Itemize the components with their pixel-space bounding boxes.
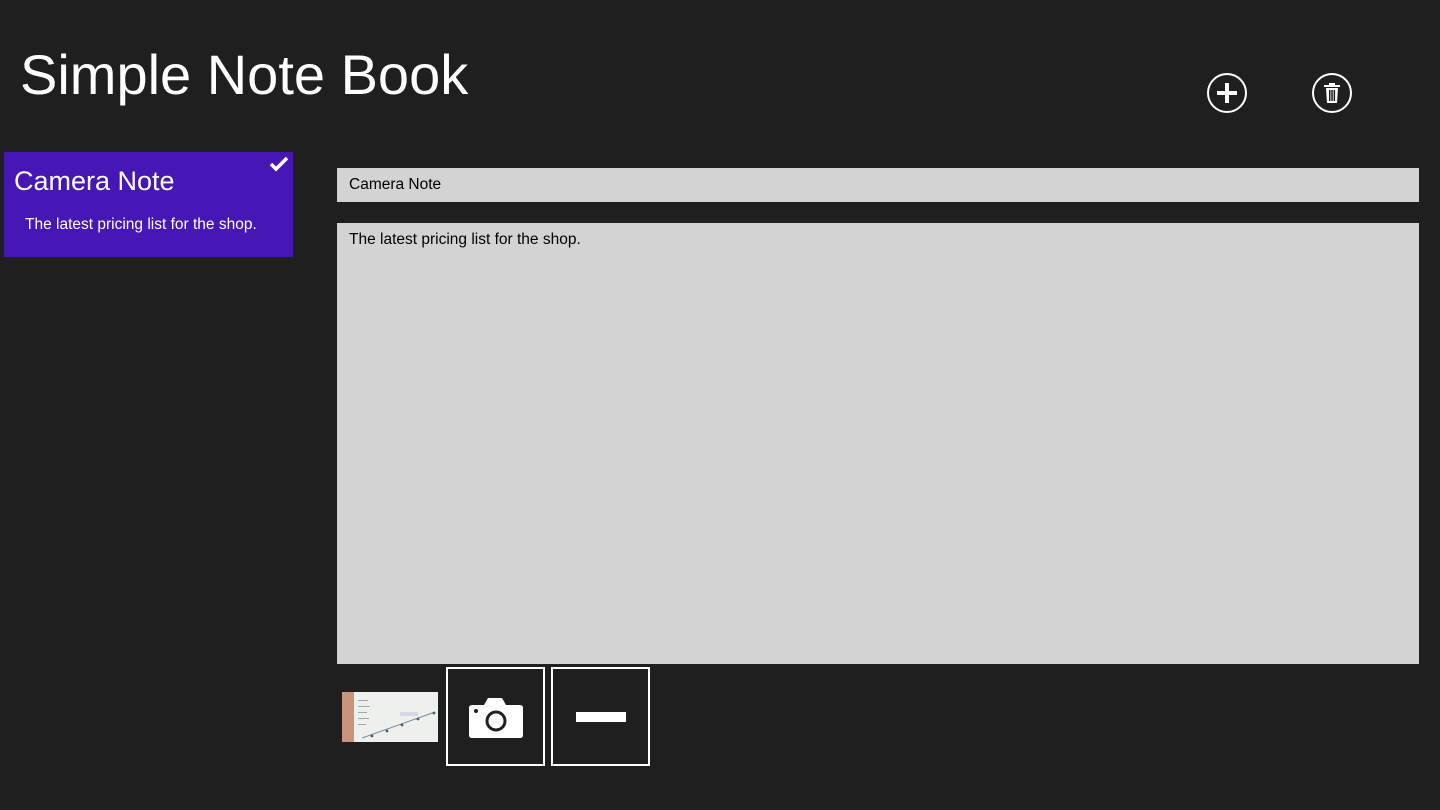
take-photo-button[interactable] [446,667,545,766]
note-title-input[interactable] [337,168,1419,202]
checkmark-icon [270,156,288,172]
thumbnail-image [342,692,438,742]
remove-photo-button[interactable] [551,667,650,766]
add-note-button[interactable] [1207,73,1247,113]
note-item-title: Camera Note [14,166,175,196]
trash-icon [1324,83,1340,103]
photo-thumbnail[interactable] [342,692,438,742]
delete-note-button[interactable] [1312,73,1352,113]
page-title: Simple Note Book [20,43,469,106]
note-list-item[interactable]: Camera Note The latest pricing list for … [4,152,293,257]
note-body-input[interactable]: The latest pricing list for the shop. [337,223,1419,664]
note-item-preview: The latest pricing list for the shop. [25,216,257,233]
plus-icon [1217,83,1237,103]
minus-icon [575,711,626,722]
camera-icon [468,697,523,738]
